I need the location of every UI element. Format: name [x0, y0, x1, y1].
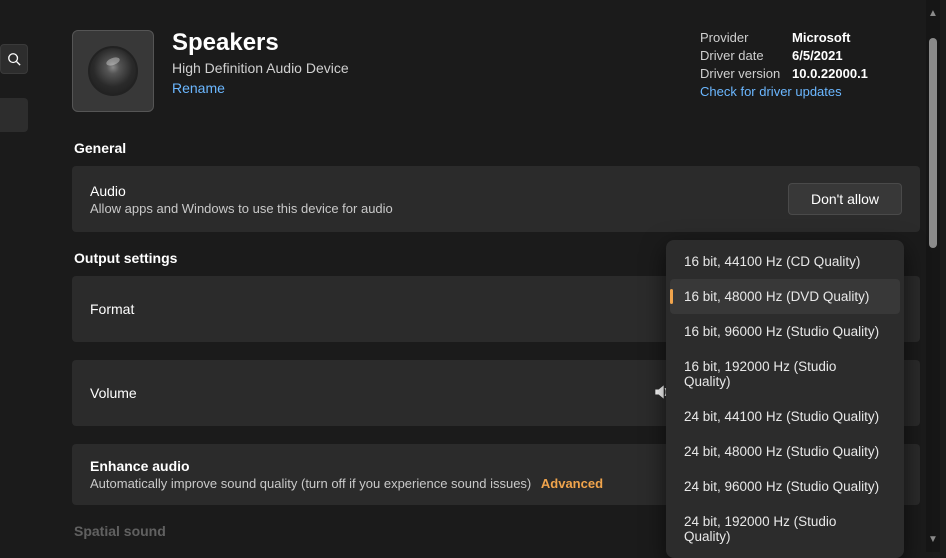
audio-card-title: Audio: [90, 183, 393, 199]
rename-link[interactable]: Rename: [172, 80, 225, 96]
enhance-desc-text: Automatically improve sound quality (tur…: [90, 476, 531, 491]
advanced-link[interactable]: Advanced: [541, 476, 603, 491]
driver-date-label: Driver date: [700, 48, 792, 63]
format-option[interactable]: 24 bit, 192000 Hz (Studio Quality): [670, 504, 900, 554]
enhance-title: Enhance audio: [90, 458, 603, 474]
driver-date-value: 6/5/2021: [792, 48, 843, 63]
device-name: Speakers: [172, 30, 349, 56]
nav-tab-stub[interactable]: [0, 98, 28, 132]
device-header: Speakers High Definition Audio Device Re…: [72, 30, 920, 112]
device-subtitle: High Definition Audio Device: [172, 60, 349, 76]
scroll-up-arrow[interactable]: ▲: [928, 8, 938, 18]
dont-allow-button[interactable]: Don't allow: [788, 183, 902, 215]
format-option[interactable]: 24 bit, 44100 Hz (Studio Quality): [670, 399, 900, 434]
scroll-down-arrow[interactable]: ▼: [928, 534, 938, 544]
driver-version-value: 10.0.22000.1: [792, 66, 868, 81]
format-option[interactable]: 16 bit, 44100 Hz (CD Quality): [670, 244, 900, 279]
enhance-desc: Automatically improve sound quality (tur…: [90, 476, 603, 491]
search-icon: [7, 52, 21, 66]
format-title: Format: [90, 301, 134, 317]
format-dropdown[interactable]: 16 bit, 44100 Hz (CD Quality)16 bit, 480…: [666, 240, 904, 558]
search-button[interactable]: [0, 44, 28, 74]
format-option[interactable]: 24 bit, 48000 Hz (Studio Quality): [670, 434, 900, 469]
section-general: General: [72, 140, 920, 156]
check-updates-link[interactable]: Check for driver updates: [700, 84, 920, 99]
audio-card-desc: Allow apps and Windows to use this devic…: [90, 201, 393, 216]
audio-card: Audio Allow apps and Windows to use this…: [72, 166, 920, 232]
format-option[interactable]: 16 bit, 192000 Hz (Studio Quality): [670, 349, 900, 399]
volume-title: Volume: [90, 385, 137, 401]
format-option[interactable]: 16 bit, 96000 Hz (Studio Quality): [670, 314, 900, 349]
provider-value: Microsoft: [792, 30, 851, 45]
driver-version-label: Driver version: [700, 66, 792, 81]
format-option[interactable]: 16 bit, 48000 Hz (DVD Quality): [670, 279, 900, 314]
scroll-thumb[interactable]: [929, 38, 937, 248]
speaker-icon: [88, 46, 138, 96]
driver-meta: Provider Microsoft Driver date 6/5/2021 …: [700, 30, 920, 99]
provider-label: Provider: [700, 30, 792, 45]
device-icon: [72, 30, 154, 112]
scrollbar[interactable]: ▲ ▼: [926, 0, 940, 552]
format-option[interactable]: 24 bit, 96000 Hz (Studio Quality): [670, 469, 900, 504]
